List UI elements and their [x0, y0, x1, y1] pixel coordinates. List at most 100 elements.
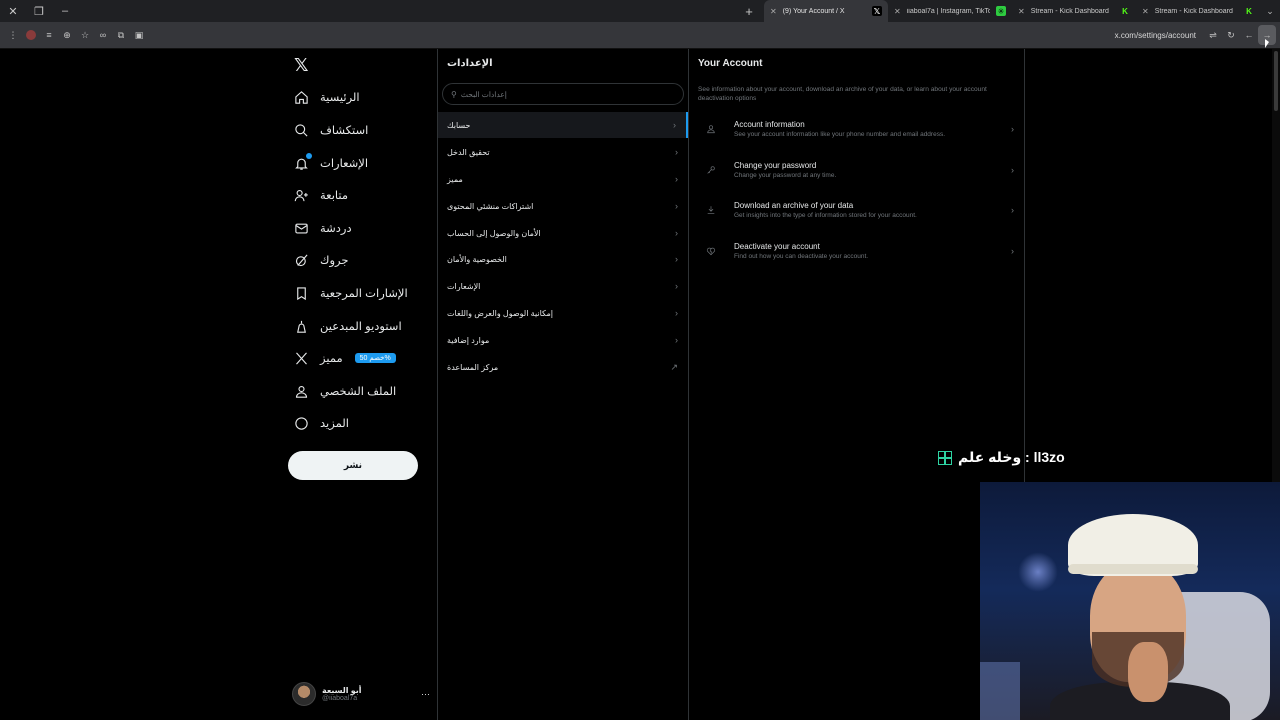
- download-archive-item[interactable]: Download an archive of your data Get ins…: [689, 190, 1024, 230]
- playlist-icon[interactable]: ≡: [40, 25, 58, 45]
- settings-item-label: مركز المساعدة: [447, 362, 499, 372]
- sidebar-item-label: المزيد: [320, 418, 349, 430]
- account-information-item[interactable]: Account information See your account inf…: [689, 109, 1024, 149]
- settings-item-privacy[interactable]: الخصوصية والأمان ›: [438, 246, 688, 272]
- minimize-window-icon[interactable]: –: [52, 0, 78, 22]
- sidebar-item-explore[interactable]: استكشاف: [292, 116, 368, 144]
- sidebar-item-more[interactable]: المزيد: [292, 409, 349, 437]
- sidebar-item-label: دردشة: [320, 223, 352, 235]
- settings-item-resources[interactable]: موارد إضافية ›: [438, 327, 688, 353]
- item-title: Change your password: [734, 161, 817, 170]
- sidebar-item-label: الإشعارات: [320, 158, 369, 170]
- settings-item-notifications[interactable]: الإشعارات ›: [438, 273, 688, 299]
- tab-close-icon[interactable]: ✕: [1142, 7, 1149, 16]
- sidebar-item-label: الملف الشخصي: [320, 386, 397, 398]
- profile-avatar-icon[interactable]: [26, 30, 36, 40]
- key-icon: [705, 164, 717, 176]
- settings-item-creator-subscriptions[interactable]: اشتراكات منشئي المحتوى ›: [438, 193, 688, 219]
- kick-icon: K: [1246, 6, 1252, 16]
- browser-tab[interactable]: ✕ (9) Your Account / X 𝕏: [764, 0, 888, 22]
- chevron-right-icon: ›: [675, 174, 678, 184]
- discount-badge: خصم 50%: [354, 353, 396, 363]
- close-window-icon[interactable]: ✕: [0, 0, 26, 22]
- chevron-right-icon: ›: [1011, 165, 1014, 175]
- person-outline-icon: [705, 123, 717, 135]
- extension-icon[interactable]: ⊕: [58, 25, 76, 45]
- deactivate-account-item[interactable]: Deactivate your account Find out how you…: [689, 231, 1024, 271]
- profile-handle: @iiaboal7a: [322, 695, 358, 702]
- section-description: See information about your account, down…: [698, 86, 987, 102]
- browser-tab[interactable]: ✕ iiaboal7a | Instagram, TikTok | Lin ✳: [888, 0, 1012, 22]
- settings-item-label: الأمان والوصول إلى الحساب: [447, 228, 541, 238]
- account-switcher[interactable]: أبو السبعة @iiaboal7a ···: [292, 677, 430, 711]
- settings-item-label: مميز: [447, 174, 463, 184]
- chevron-right-icon: ›: [1011, 124, 1014, 134]
- avatar: [292, 682, 316, 706]
- account-panel: Your Account See information about your …: [689, 49, 1024, 720]
- sidebar-item-profile[interactable]: الملف الشخصي: [292, 377, 396, 405]
- change-password-item[interactable]: Change your password Change your passwor…: [689, 150, 1024, 190]
- settings-item-your-account[interactable]: حسابك ›: [438, 112, 688, 138]
- item-title: Download an archive of your data: [734, 201, 854, 210]
- chevron-right-icon: ›: [675, 281, 678, 291]
- tab-search-icon[interactable]: ⌄: [1260, 6, 1280, 17]
- settings-panel: الإعدادات ⚲ حسابك › تحقيق الدخل › مميز ›…: [438, 49, 688, 720]
- settings-item-accessibility[interactable]: إمكانية الوصول والعرض واللغات ›: [438, 300, 688, 326]
- star-icon[interactable]: ☆: [76, 25, 94, 45]
- item-subtitle: Change your password at any time.: [734, 172, 837, 179]
- sidebar-item-label: متابعة: [320, 190, 349, 202]
- more-dots-icon[interactable]: ···: [421, 689, 430, 699]
- section-title: Your Account: [698, 58, 763, 69]
- forward-icon[interactable]: ←: [1240, 25, 1258, 45]
- sidebar-item-premium[interactable]: مميز خصم 50%: [292, 344, 396, 372]
- bell-icon: [292, 153, 312, 172]
- tab-close-icon[interactable]: ✕: [1018, 7, 1025, 16]
- puzzle-icon[interactable]: ▣: [130, 25, 148, 45]
- tab-close-icon[interactable]: ✕: [770, 7, 777, 16]
- scrollbar-thumb[interactable]: [1274, 51, 1278, 111]
- chevron-right-icon: ›: [675, 201, 678, 211]
- sidebar-item-label: الرئيسية: [320, 92, 360, 104]
- settings-item-label: موارد إضافية: [447, 335, 490, 345]
- share-icon[interactable]: ⧉: [112, 25, 130, 45]
- notification-dot: [306, 153, 312, 159]
- sidebar-item-bookmarks[interactable]: الإشارات المرجعية: [292, 279, 408, 307]
- person-icon: [292, 382, 310, 400]
- settings-search[interactable]: ⚲: [442, 83, 684, 105]
- post-button[interactable]: نشر: [288, 451, 418, 480]
- address-bar[interactable]: x.com/settings/account: [1115, 31, 1196, 40]
- page-title: الإعدادات: [447, 58, 493, 69]
- chevron-right-icon: ›: [1011, 246, 1014, 256]
- sidebar-item-notifications[interactable]: الإشعارات: [292, 149, 368, 177]
- browser-tab[interactable]: ✕ Stream - Kick Dashboard K: [1012, 0, 1136, 22]
- menu-dots-icon[interactable]: ⋮: [4, 25, 22, 45]
- x-logo[interactable]: 𝕏: [294, 55, 309, 76]
- tab-title: Stream - Kick Dashboard: [1030, 7, 1109, 15]
- item-title: Deactivate your account: [734, 242, 820, 251]
- sidebar-item-creator-studio[interactable]: استوديو المبدعين: [292, 312, 402, 340]
- grok-icon: [292, 251, 310, 269]
- search-input[interactable]: [460, 89, 661, 99]
- browser-toolbar: ⋮ ≡ ⊕ ☆ ∞ ⧉ ▣ x.com/settings/account ⇌ ↻…: [0, 22, 1280, 48]
- reload-icon[interactable]: ↻: [1222, 25, 1240, 45]
- glasses-icon[interactable]: ∞: [94, 25, 112, 45]
- restore-window-icon[interactable]: ❐: [26, 0, 52, 22]
- search-icon: [292, 121, 310, 139]
- sidebar-item-label: مميز: [320, 353, 343, 365]
- settings-item-security[interactable]: الأمان والوصول إلى الحساب ›: [438, 220, 688, 246]
- browser-tab-bar: ✕ ❐ – + ✕ (9) Your Account / X 𝕏 ✕ iiabo…: [0, 0, 1280, 22]
- tab-close-icon[interactable]: ✕: [894, 7, 901, 16]
- site-settings-icon[interactable]: ⇌: [1204, 25, 1222, 45]
- sidebar-item-grok[interactable]: جروك: [292, 246, 349, 274]
- settings-item-label: الإشعارات: [447, 281, 481, 291]
- settings-item-premium[interactable]: مميز ›: [438, 166, 688, 192]
- sidebar-item-label: استوديو المبدعين: [320, 321, 402, 333]
- browser-tab[interactable]: ✕ Stream - Kick Dashboard K: [1136, 0, 1260, 22]
- overlay-text: وخله علم : ll3zo: [958, 449, 1065, 465]
- new-tab-button[interactable]: +: [740, 0, 758, 22]
- settings-item-help-center[interactable]: مركز المساعدة ↗: [438, 354, 688, 380]
- sidebar-item-chat[interactable]: دردشة: [292, 214, 352, 242]
- sidebar-item-home[interactable]: الرئيسية: [292, 83, 360, 111]
- settings-item-monetization[interactable]: تحقيق الدخل ›: [438, 139, 688, 165]
- sidebar-item-follow[interactable]: متابعة: [292, 181, 348, 209]
